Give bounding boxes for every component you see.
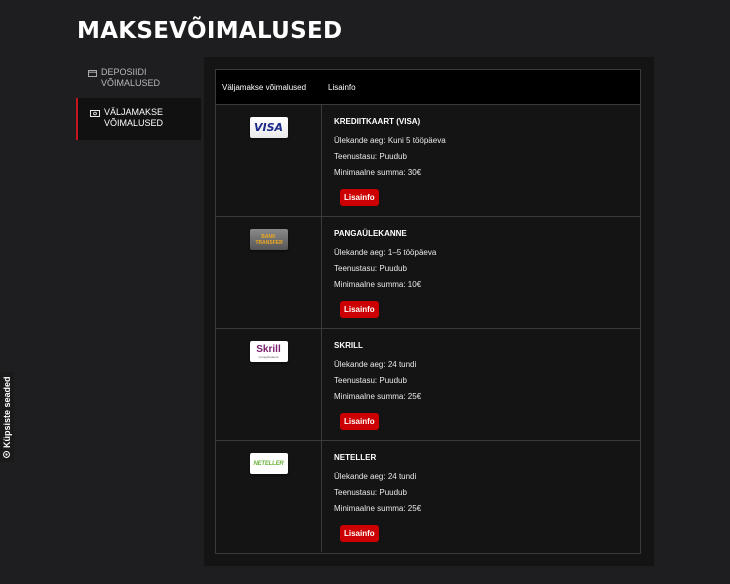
sidebar: DEPOSIIDI VÕIMALUSED VÄLJAMAKSE VÕIMALUS… [76, 60, 201, 140]
service-fee: Teenustasu: Puudub [334, 488, 407, 497]
minimum-amount: Minimaalne summa: 25€ [334, 392, 422, 401]
method-name: SKRILL [334, 341, 363, 350]
gear-icon [2, 450, 11, 461]
neteller-logo: NETELLER [249, 453, 288, 474]
transfer-time: Ülekande aeg: 24 tundi [334, 360, 417, 369]
sidebar-item-withdrawal[interactable]: VÄLJAMAKSE VÕIMALUSED [76, 98, 201, 140]
more-info-button[interactable]: Lisainfo [340, 189, 379, 206]
table-row: Skrill moneybookers SKRILL Ülekande aeg:… [216, 329, 640, 441]
card-icon [88, 69, 97, 80]
minimum-amount: Minimaalne summa: 30€ [334, 168, 422, 177]
visa-logo: VISA [249, 117, 288, 138]
sidebar-item-label: DEPOSIIDI VÕIMALUSED [101, 67, 161, 88]
method-name: PANGAÜLEKANNE [334, 229, 407, 238]
table-row: BANK TRANSFER PANGAÜLEKANNE Ülekande aeg… [216, 217, 640, 329]
header-info: Lisainfo [328, 82, 356, 92]
transfer-time: Ülekande aeg: 24 tundi [334, 472, 417, 481]
transfer-time: Ülekande aeg: 1–5 tööpäeva [334, 248, 437, 257]
sidebar-item-label: VÄLJAMAKSE VÕIMALUSED [104, 107, 164, 128]
more-info-button[interactable]: Lisainfo [340, 413, 379, 430]
header-method: Väljamakse võimalused [222, 82, 307, 92]
cookie-settings-label: Küpsiste seaded [1, 376, 12, 448]
method-name: NETELLER [334, 453, 377, 462]
cash-icon [90, 109, 100, 120]
more-info-button[interactable]: Lisainfo [340, 301, 379, 318]
transfer-time: Ülekande aeg: Kuni 5 tööpäeva [334, 136, 446, 145]
minimum-amount: Minimaalne summa: 10€ [334, 280, 422, 289]
minimum-amount: Minimaalne summa: 25€ [334, 504, 422, 513]
service-fee: Teenustasu: Puudub [334, 264, 407, 273]
table-header: Väljamakse võimalused Lisainfo [216, 70, 640, 105]
bank-transfer-logo: BANK TRANSFER [249, 229, 288, 250]
service-fee: Teenustasu: Puudub [334, 152, 407, 161]
payment-table: Väljamakse võimalused Lisainfo VISA KRED… [215, 69, 641, 554]
table-row: VISA KREDIITKAART (VISA) Ülekande aeg: K… [216, 105, 640, 217]
cookie-settings-tab[interactable]: Küpsiste seaded [0, 372, 14, 462]
service-fee: Teenustasu: Puudub [334, 376, 407, 385]
method-name: KREDIITKAART (VISA) [334, 117, 421, 126]
more-info-button[interactable]: Lisainfo [340, 525, 379, 542]
skrill-logo: Skrill moneybookers [249, 341, 288, 362]
sidebar-item-deposit[interactable]: DEPOSIIDI VÕIMALUSED [76, 60, 201, 98]
table-row: NETELLER NETELLER Ülekande aeg: 24 tundi… [216, 441, 640, 552]
page-title: MAKSEVÕIMALUSED [77, 18, 343, 44]
payment-panel: Väljamakse võimalused Lisainfo VISA KRED… [204, 57, 654, 566]
